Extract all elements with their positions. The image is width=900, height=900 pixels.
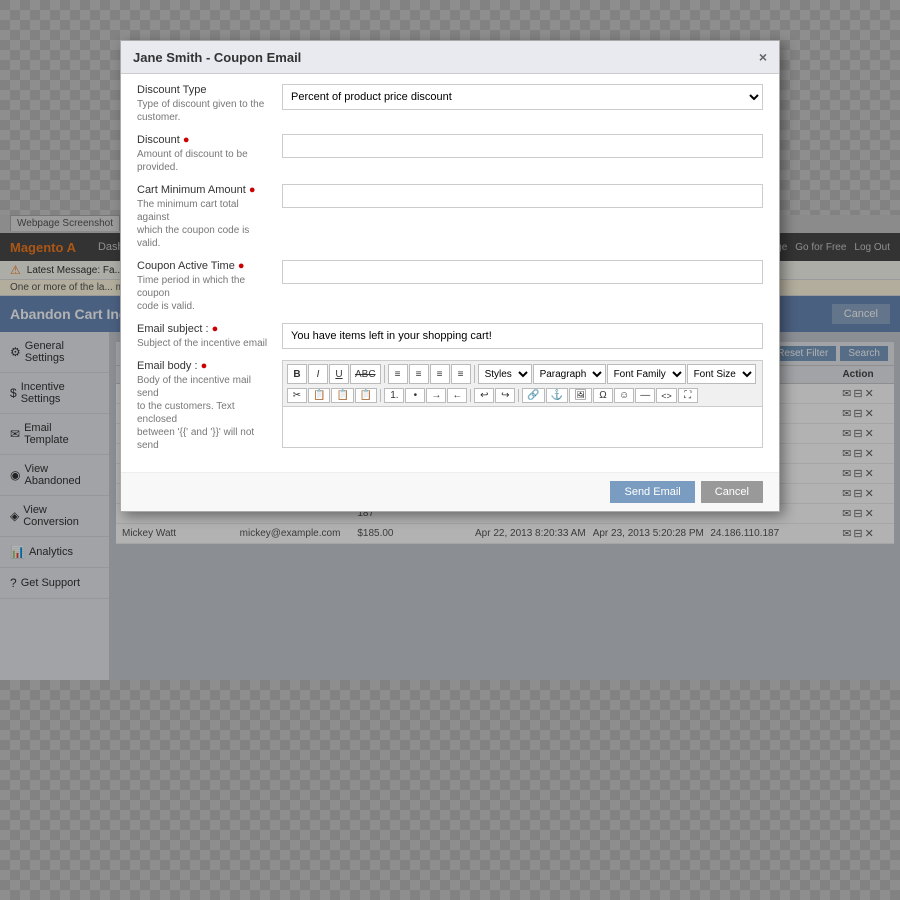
discount-type-select[interactable]: Percent of product price discount Fixed … [282,84,763,110]
rte-paste-button[interactable]: 📋 [331,388,353,403]
rte-emoticon-button[interactable]: ☺ [614,388,634,403]
cart-minimum-input[interactable] [282,184,763,208]
discount-required: ● [183,134,190,146]
cart-minimum-label: Cart Minimum Amount ● [137,184,272,196]
rte-strikethrough-button[interactable]: ABC [350,364,381,384]
rte-bold-button[interactable]: B [287,364,307,384]
cart-minimum-row: Cart Minimum Amount ● The minimum cart t… [137,184,763,250]
rte-content-area[interactable] [283,407,762,447]
rte-underline-button[interactable]: U [329,364,349,384]
rte-special-char-button[interactable]: Ω [593,388,613,403]
coupon-time-required: ● [238,260,245,272]
discount-label: Discount ● [137,134,272,146]
discount-row: Discount ● Amount of discount to be prov… [137,134,763,174]
rich-text-editor: B I U ABC ≡ ≡ ≡ ≡ S [282,360,763,448]
cart-minimum-control [282,184,763,208]
rte-redo-button[interactable]: ↪ [495,388,515,403]
rte-anchor-button[interactable]: ⚓ [546,388,568,403]
coupon-active-time-input[interactable] [282,260,763,284]
rte-separator-2 [474,365,475,383]
discount-label-col: Discount ● Amount of discount to be prov… [137,134,282,174]
email-body-required: ● [201,360,208,372]
rte-separator-4 [470,389,471,402]
discount-input[interactable] [282,134,763,158]
modal-cancel-button[interactable]: Cancel [701,481,763,503]
discount-type-row: Discount Type Type of discount given to … [137,84,763,124]
rte-outdent-button[interactable]: ← [447,388,467,403]
rte-image-button[interactable]: 🖼 [569,388,592,403]
email-subject-label: Email subject : ● [137,323,272,335]
rte-source-button[interactable]: <> [656,388,677,403]
discount-control [282,134,763,158]
rte-undo-button[interactable]: ↩ [474,388,494,403]
discount-type-control: Percent of product price discount Fixed … [282,84,763,110]
rte-indent-button[interactable]: → [426,388,446,403]
cart-minimum-required: ● [249,184,256,196]
modal-title: Jane Smith - Coupon Email [133,50,301,65]
email-body-control: B I U ABC ≡ ≡ ≡ ≡ S [282,360,763,448]
rte-copy-button[interactable]: 📋 [308,388,330,403]
rte-hr-button[interactable]: — [635,388,655,403]
rte-separator-1 [384,365,385,383]
coupon-active-time-row: Coupon Active Time ● Time period in whic… [137,260,763,313]
email-subject-row: Email subject : ● Subject of the incenti… [137,323,763,350]
email-body-row: Email body : ● Body of the incentive mai… [137,360,763,452]
rte-justify-button[interactable]: ≡ [451,364,471,384]
rte-link-button[interactable]: 🔗 [522,388,544,403]
rte-paste-text-button[interactable]: 📋 [355,388,377,403]
cart-minimum-label-col: Cart Minimum Amount ● The minimum cart t… [137,184,282,250]
email-subject-required: ● [212,323,219,335]
discount-hint: Amount of discount to be provided. [137,148,272,174]
discount-type-label-col: Discount Type Type of discount given to … [137,84,282,124]
coupon-active-time-control [282,260,763,284]
rte-font-size-select[interactable]: Font Size [687,364,756,384]
modal-footer: Send Email Cancel [121,472,779,511]
rte-toolbar-row-2: ✂ 📋 📋 📋 1. • → ← ↩ [287,388,758,403]
rte-font-family-select[interactable]: Font Family [607,364,686,384]
rte-toolbar-row-1: B I U ABC ≡ ≡ ≡ ≡ S [287,364,758,384]
rte-styles-select[interactable]: Styles [478,364,532,384]
coupon-active-time-label: Coupon Active Time ● [137,260,272,272]
discount-type-label: Discount Type [137,84,272,96]
rte-ol-button[interactable]: 1. [384,388,404,403]
rte-separator-5 [518,389,519,402]
email-body-label-col: Email body : ● Body of the incentive mai… [137,360,282,452]
modal-close-button[interactable]: × [759,49,767,65]
cart-minimum-hint: The minimum cart total against which the… [137,198,272,250]
modal-body: Discount Type Type of discount given to … [121,74,779,472]
rte-cut-button[interactable]: ✂ [287,388,307,403]
rte-align-center-button[interactable]: ≡ [409,364,429,384]
rte-ul-button[interactable]: • [405,388,425,403]
coupon-active-time-label-col: Coupon Active Time ● Time period in whic… [137,260,282,313]
rte-align-left-button[interactable]: ≡ [388,364,408,384]
discount-type-hint: Type of discount given to the customer. [137,98,272,124]
coupon-active-time-hint: Time period in which the coupon code is … [137,274,272,313]
rte-fullscreen-button[interactable]: ⛶ [678,388,698,403]
email-subject-hint: Subject of the incentive email [137,337,272,350]
rte-align-right-button[interactable]: ≡ [430,364,450,384]
coupon-email-modal: Jane Smith - Coupon Email × Discount Typ… [120,40,780,512]
modal-overlay: Jane Smith - Coupon Email × Discount Typ… [0,0,900,900]
rte-separator-3 [380,389,381,402]
email-subject-input[interactable] [282,323,763,349]
email-subject-control [282,323,763,349]
rte-italic-button[interactable]: I [308,364,328,384]
email-body-label: Email body : ● [137,360,272,372]
email-subject-label-col: Email subject : ● Subject of the incenti… [137,323,282,350]
send-email-button[interactable]: Send Email [610,481,694,503]
rte-toolbar: B I U ABC ≡ ≡ ≡ ≡ S [283,361,762,407]
email-body-hint: Body of the incentive mail send to the c… [137,374,272,452]
modal-title-bar: Jane Smith - Coupon Email × [121,41,779,74]
rte-paragraph-select[interactable]: Paragraph [533,364,606,384]
